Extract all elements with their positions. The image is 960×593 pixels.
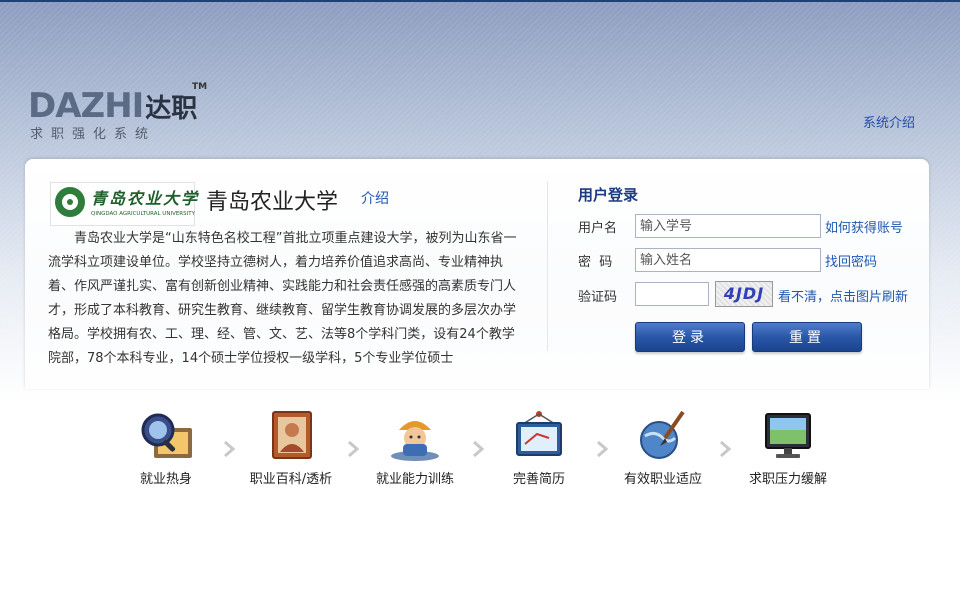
worker-icon	[385, 408, 445, 464]
arrow-right-icon	[473, 440, 485, 458]
dazhi-logo: DAZHI达职 TM 求职强化系统	[28, 82, 218, 146]
panel-divider	[547, 181, 548, 351]
university-logo: 青岛农业大学 QINGDAO AGRICULTURAL UNIVERSITY	[50, 182, 197, 226]
password-label: 密 码	[578, 255, 613, 270]
feature-warmup[interactable]: 就业热身	[111, 408, 221, 487]
captcha-input[interactable]	[635, 282, 709, 306]
logo-trademark: TM	[192, 82, 208, 92]
logo-tagline: 求职强化系统	[30, 127, 157, 142]
login-title: 用户登录	[578, 186, 639, 204]
university-description: 青岛农业大学是“山东特色名校工程”首批立项重点建设大学，被列为山东省一流学科立项…	[48, 231, 517, 366]
feature-ability-training-label: 就业能力训练	[375, 472, 454, 487]
magnifier-icon	[136, 408, 196, 464]
feature-stress-relief-label: 求职压力缓解	[748, 472, 827, 487]
system-intro-link[interactable]: 系统介绍	[863, 112, 915, 131]
reset-button[interactable]: 重置	[752, 322, 862, 352]
feature-career-encyclopedia-label: 职业百科/透析	[249, 472, 333, 487]
logo-brand-latin: DAZHI	[28, 86, 144, 126]
portrait-icon	[261, 408, 321, 464]
arrow-right-icon	[224, 440, 236, 458]
university-intro-link[interactable]: 介绍	[361, 188, 389, 208]
username-input[interactable]	[635, 214, 821, 238]
password-input[interactable]	[635, 248, 821, 272]
whiteboard-icon	[509, 408, 569, 464]
feature-career-encyclopedia[interactable]: 职业百科/透析	[236, 408, 346, 487]
university-logo-calligraphy: 青岛农业大学	[91, 189, 200, 208]
feature-nav: 就业热身 职业百科/透析 就业能力训练 完善简历 有效职业适应 求职压力缓解	[0, 400, 960, 500]
feature-warmup-label: 就业热身	[139, 472, 192, 487]
login-button[interactable]: 登录	[635, 322, 745, 352]
logo-wordmark: DAZHI达职	[28, 86, 198, 126]
university-name: 青岛农业大学	[206, 190, 339, 215]
main-panel: 青岛农业大学 QINGDAO AGRICULTURAL UNIVERSITY 青…	[25, 159, 929, 389]
arrow-right-icon	[720, 440, 732, 458]
feature-resume[interactable]: 完善简历	[484, 408, 594, 487]
arrow-right-icon	[348, 440, 360, 458]
captcha-image[interactable]: 4JDJ	[715, 281, 773, 307]
university-logo-english: QINGDAO AGRICULTURAL UNIVERSITY	[91, 211, 195, 217]
university-seal-icon	[55, 187, 85, 217]
feature-resume-label: 完善简历	[512, 472, 565, 487]
arrow-right-icon	[597, 440, 609, 458]
feature-career-adaptation[interactable]: 有效职业适应	[608, 408, 718, 487]
logo-brand-cn: 达职	[145, 94, 198, 124]
get-account-link[interactable]: 如何获得账号	[825, 217, 903, 236]
monitor-icon	[758, 408, 818, 464]
feature-stress-relief[interactable]: 求职压力缓解	[733, 408, 843, 487]
username-label: 用户名	[578, 221, 618, 236]
feature-career-adaptation-label: 有效职业适应	[623, 472, 702, 487]
captcha-label: 验证码	[578, 290, 618, 305]
feature-ability-training[interactable]: 就业能力训练	[360, 408, 470, 487]
find-password-link[interactable]: 找回密码	[825, 251, 877, 270]
refresh-captcha-link[interactable]: 看不清，点击图片刷新	[778, 286, 908, 305]
globe-brush-icon	[633, 408, 693, 464]
